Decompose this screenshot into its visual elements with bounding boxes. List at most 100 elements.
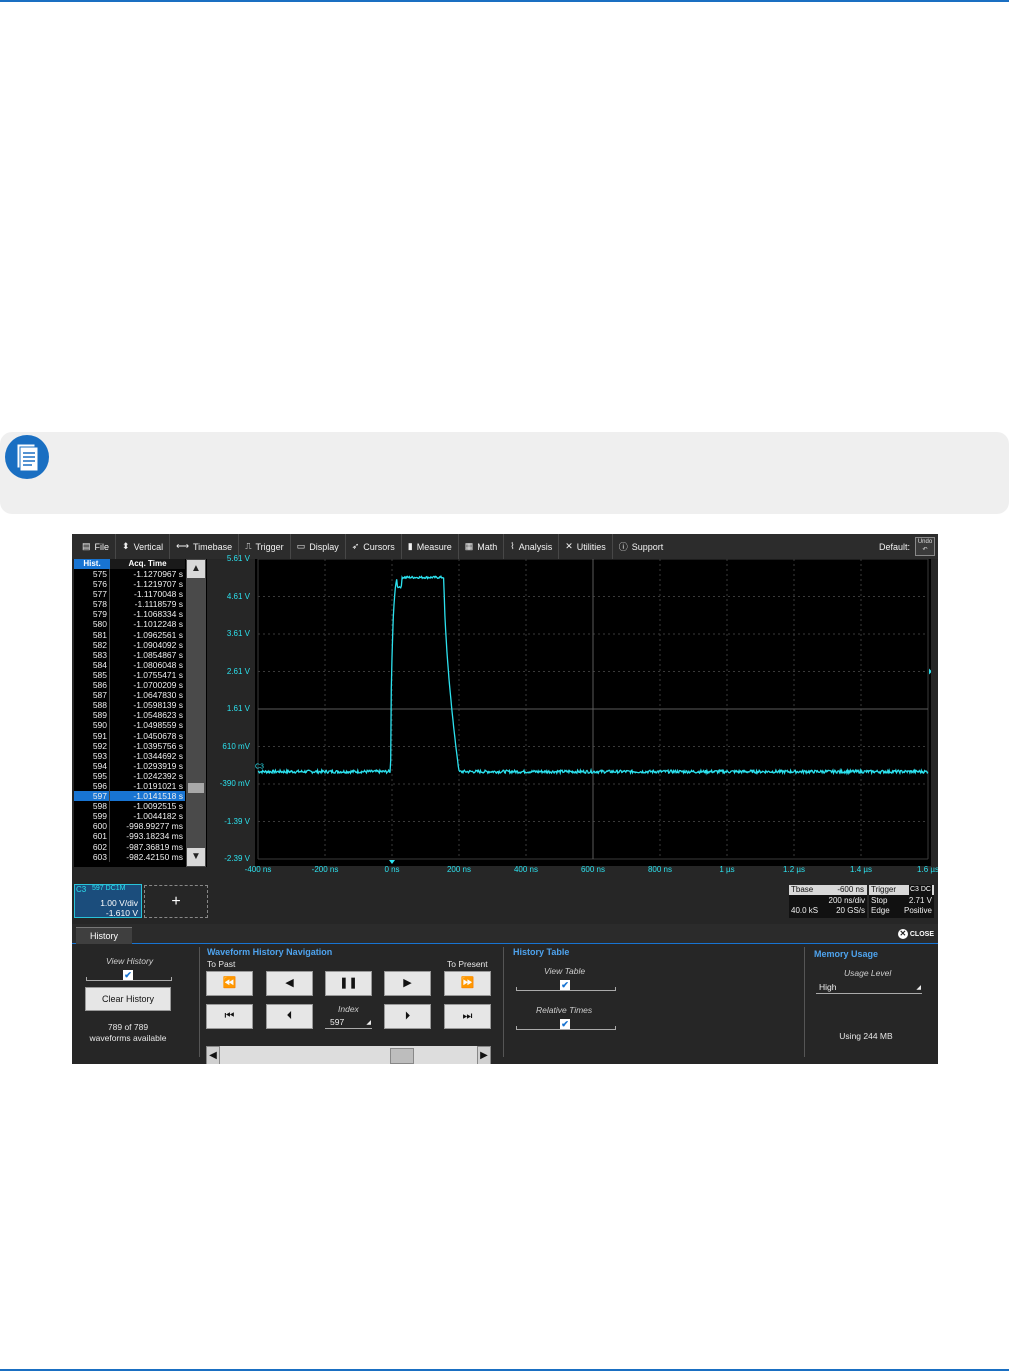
menu-display[interactable]: ▭ Display xyxy=(291,534,346,559)
trigger-header: Trigger C3 DC xyxy=(869,885,934,895)
fast-rewind-icon: ⏪ xyxy=(222,977,237,989)
table-row[interactable]: 577 -1.1170048 s xyxy=(74,589,185,600)
skip-to-start-icon: ⏮ xyxy=(224,1010,235,1022)
table-row[interactable]: 594 -1.0293919 s xyxy=(74,760,185,771)
go-last-button[interactable]: ⏭ xyxy=(444,1004,491,1029)
table-row[interactable]: 603 -982.42150 ms xyxy=(74,851,185,862)
table-row[interactable]: 579 -1.1068334 s xyxy=(74,609,185,620)
menu-label: Trigger xyxy=(255,541,284,552)
step-forward-icon: ⏵ xyxy=(404,1010,411,1022)
menu-analysis[interactable]: ⌇ Analysis xyxy=(504,534,560,559)
table-row[interactable]: 576 -1.1219707 s xyxy=(74,579,185,590)
display-icon: ▭ xyxy=(296,541,306,551)
play-forward-button[interactable]: ▶ xyxy=(384,971,431,996)
table-row[interactable]: 596 -1.0191021 s xyxy=(74,780,185,792)
table-row[interactable]: 578 -1.1118579 s xyxy=(74,599,185,610)
play-reverse-icon: ◀ xyxy=(285,977,294,989)
waveform-grid[interactable]: C3 xyxy=(255,558,932,866)
col-index-header[interactable]: Hist. xyxy=(74,559,110,569)
menu-support[interactable]: ⓘ Support xyxy=(613,534,670,559)
fast-rewind-button[interactable]: ⏪ xyxy=(206,971,253,996)
table-row[interactable]: 584 -1.0806048 s xyxy=(74,659,185,670)
table-row[interactable]: 575 -1.1270967 s xyxy=(74,569,185,580)
table-row[interactable]: 600 -998.99277 ms xyxy=(74,821,185,832)
table-row[interactable]: 587 -1.0647830 s xyxy=(74,690,185,701)
index-field[interactable]: 597 ◢ xyxy=(325,1017,372,1029)
pause-button[interactable]: ❚❚ xyxy=(325,971,372,996)
undo-button[interactable]: Undo ↶ xyxy=(915,537,935,556)
slider-left-button[interactable]: ◀ xyxy=(206,1046,220,1064)
clipboard-icon: ▤ xyxy=(82,541,91,551)
play-icon: ▶ xyxy=(403,977,412,989)
row-index: 576 xyxy=(74,579,110,590)
table-row[interactable]: 593 -1.0344692 s xyxy=(74,750,185,761)
menu-label: Display xyxy=(309,541,339,552)
menu-label: Cursors xyxy=(363,541,395,552)
table-row[interactable]: 592 -1.0395756 s xyxy=(74,740,185,751)
y-tick-label: 4.61 V xyxy=(226,591,250,601)
default-label: Default: xyxy=(878,542,910,552)
table-row[interactable]: 595 -1.0242392 s xyxy=(74,770,185,781)
menu-cursors[interactable]: ➶ Cursors xyxy=(346,534,402,559)
slider-thumb[interactable] xyxy=(390,1048,414,1064)
scroll-thumb[interactable] xyxy=(188,783,204,793)
scroll-down-button[interactable]: ▼ xyxy=(187,848,205,866)
step-prev-button[interactable]: ⏴ xyxy=(266,1004,313,1029)
usage-level-select[interactable]: High ◢ xyxy=(816,982,922,994)
row-time: -1.1118579 s xyxy=(134,599,183,610)
channel-descriptor[interactable]: C3 597 DC1M 1.00 V/div -1.610 V xyxy=(74,884,142,918)
table-row[interactable]: 590 -1.0498559 s xyxy=(74,720,185,731)
menu-file[interactable]: ▤ File xyxy=(76,534,117,559)
clear-history-button[interactable]: Clear History xyxy=(85,987,171,1011)
table-row[interactable]: 599 -1.0044182 s xyxy=(74,811,185,822)
table-row[interactable]: 588 -1.0598139 s xyxy=(74,700,185,711)
menu-label: Analysis xyxy=(518,541,553,552)
go-first-button[interactable]: ⏮ xyxy=(206,1004,253,1029)
menu-measure[interactable]: ▮ Measure xyxy=(402,534,459,559)
table-row[interactable]: 597 -1.0141518 s xyxy=(74,791,185,802)
history-dialog: View History ✔ Clear History 789 of 789 … xyxy=(72,945,938,1064)
history-table-section-title: History Table xyxy=(513,947,570,957)
table-row[interactable]: 602 -987.36819 ms xyxy=(74,841,185,852)
waveform-svg: C3 xyxy=(255,558,932,864)
row-time: -1.0191021 s xyxy=(133,780,183,791)
table-row[interactable]: 585 -1.0755471 s xyxy=(74,669,185,681)
slider-right-button[interactable]: ▶ xyxy=(477,1046,491,1064)
table-row[interactable]: 591 -1.0450678 s xyxy=(74,730,185,741)
table-row[interactable]: 586 -1.0700209 s xyxy=(74,680,185,691)
row-index: 601 xyxy=(74,831,110,842)
trigger-descriptor[interactable]: Trigger C3 DC Stop 2.71 V Edge Positive xyxy=(869,885,934,918)
menu-utilities[interactable]: ✕ Utilities xyxy=(559,534,613,559)
row-index: 591 xyxy=(74,730,110,741)
scroll-up-button[interactable]: ▲ xyxy=(187,560,205,578)
trigger-level-marker xyxy=(929,668,932,675)
close-button[interactable]: ✕ CLOSE xyxy=(897,929,934,939)
col-time-header[interactable]: Acq. Time xyxy=(110,559,185,569)
table-row[interactable]: 589 -1.0548623 s xyxy=(74,710,185,721)
table-row[interactable]: 583 -1.0854867 s xyxy=(74,649,185,660)
history-scrollbar[interactable]: ▲ ▼ xyxy=(186,559,206,867)
table-row[interactable]: 598 -1.0092515 s xyxy=(74,801,185,812)
add-trace-button[interactable]: + xyxy=(144,885,208,918)
step-back-button[interactable]: ◀ xyxy=(266,971,313,996)
fast-forward-button[interactable]: ⏩ xyxy=(444,971,491,996)
table-row[interactable]: 580 -1.1012248 s xyxy=(74,619,185,630)
tab-history[interactable]: History xyxy=(76,927,132,944)
row-time: -1.0044182 s xyxy=(133,811,183,822)
table-row[interactable]: 582 -1.0904092 s xyxy=(74,639,185,650)
row-index: 599 xyxy=(74,811,110,822)
menu-math[interactable]: ▦ Math xyxy=(459,534,505,559)
step-next-button[interactable]: ⏵ xyxy=(384,1004,431,1029)
history-slider[interactable]: ◀ ▶ xyxy=(206,1046,491,1064)
ruler-icon: ▮ xyxy=(407,541,413,551)
row-time: -1.0293919 s xyxy=(133,760,183,771)
bottom-rule xyxy=(0,1369,1009,1371)
menu-vertical[interactable]: ⬍ Vertical xyxy=(116,534,171,559)
y-tick-label: -1.39 V xyxy=(224,816,250,826)
skip-to-end-icon: ⏭ xyxy=(462,1010,473,1022)
to-past-label: To Past xyxy=(207,959,236,969)
table-row[interactable]: 601 -993.18234 ms xyxy=(74,831,185,842)
timebase-descriptor[interactable]: Tbase -600 ns 200 ns/div 40.0 kS 20 GS/s xyxy=(789,885,867,918)
row-time: -1.0548623 s xyxy=(133,710,183,721)
table-row[interactable]: 581 -1.0962561 s xyxy=(74,629,185,640)
